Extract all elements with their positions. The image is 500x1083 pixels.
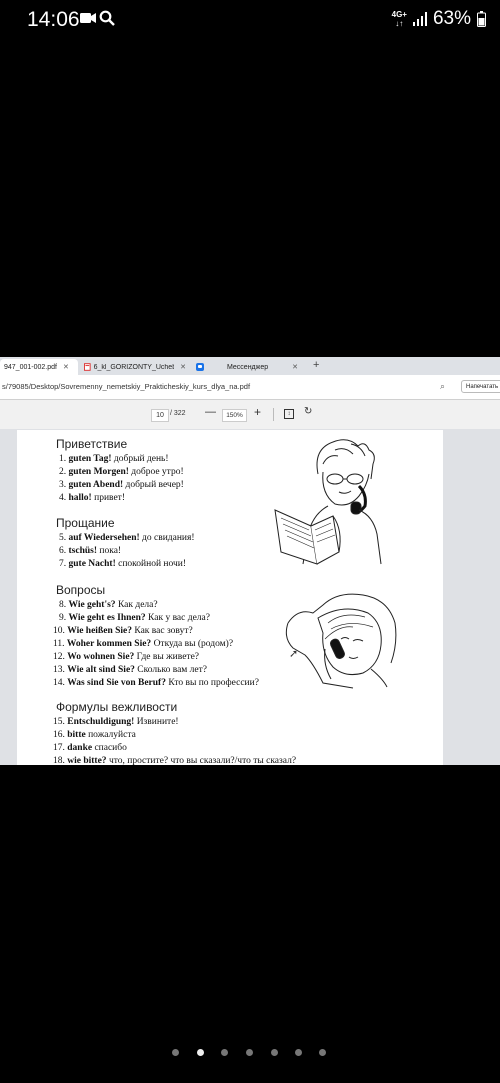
list-item: 10. Wie heißen Sie? Как вас зовут? bbox=[53, 626, 193, 636]
list-item: 13. Wie alt sind Sie? Сколько вам лет? bbox=[53, 665, 207, 675]
carousel-dot[interactable] bbox=[172, 1049, 179, 1056]
messenger-icon bbox=[196, 363, 204, 371]
clock: 14:06 bbox=[27, 8, 80, 31]
rotate-icon[interactable]: ↻ bbox=[304, 406, 312, 417]
section-heading: Прощание bbox=[56, 516, 115, 530]
list-item: 8. Wie geht's? Как дела? bbox=[59, 600, 158, 610]
tab-bar: 947_001-002.pdf ✕ 6_kl_GORIZONTY_Uchebni… bbox=[0, 357, 500, 375]
tab-label: Мессенджер bbox=[227, 363, 269, 371]
pdf-icon bbox=[84, 363, 91, 371]
toolbar-divider bbox=[273, 408, 274, 421]
close-icon[interactable]: ✕ bbox=[180, 363, 186, 371]
pdf-page: Приветствие 1. guten Tag! добрый день! 2… bbox=[17, 430, 443, 765]
fit-page-icon[interactable]: ↕ bbox=[284, 409, 294, 419]
list-item: 12. Wo wohnen Sie? Где вы живете? bbox=[53, 652, 199, 662]
close-icon[interactable]: ✕ bbox=[63, 363, 69, 371]
carousel-dot[interactable] bbox=[319, 1049, 326, 1056]
list-item: 3. guten Abend! добрый вечер! bbox=[59, 480, 184, 490]
new-tab-button[interactable]: + bbox=[313, 359, 319, 371]
video-camera-icon bbox=[80, 13, 96, 23]
url-text[interactable]: s/79085/Desktop/Sovremenny_nemetskiy_Pra… bbox=[2, 382, 250, 391]
tab-label: 6_kl_GORIZONTY_Uchebni bbox=[93, 363, 175, 371]
whatsapp-button[interactable]: Напечатать bbox=[461, 380, 500, 393]
carousel-dot[interactable] bbox=[221, 1049, 228, 1056]
list-item: 15. Entschuldigung! Извините! bbox=[53, 717, 179, 727]
carousel-dot[interactable] bbox=[295, 1049, 302, 1056]
battery-icon bbox=[477, 11, 486, 27]
list-item: 7. gute Nacht! спокойной ночи! bbox=[59, 559, 187, 569]
status-bar: 14:06 4G+ ↓↑ 63% bbox=[0, 0, 500, 40]
pdf-toolbar: 10 / 322 — 150% + ↕ ↻ bbox=[0, 400, 500, 429]
list-item: 17. danke спасибо bbox=[53, 743, 127, 753]
section-heading: Вопросы bbox=[56, 583, 106, 597]
list-item: 18. wie bitte? что, простите? что вы ска… bbox=[53, 756, 297, 765]
man-on-phone-illustration bbox=[274, 439, 382, 565]
list-item: 9. Wie geht es Ihnen? Как у вас дела? bbox=[59, 613, 210, 623]
carousel-dots bbox=[0, 1045, 500, 1061]
page-number-input[interactable]: 10 bbox=[151, 409, 169, 422]
search-icon[interactable]: ⌕ bbox=[440, 381, 445, 392]
mouse-cursor-icon: ➚ bbox=[289, 648, 299, 660]
list-item: 5. auf Wiedersehen! до свидания! bbox=[59, 533, 195, 543]
zoom-in-button[interactable]: + bbox=[254, 405, 261, 419]
carousel-dot[interactable] bbox=[246, 1049, 253, 1056]
search-icon bbox=[99, 10, 115, 26]
list-item: 11. Woher kommen Sie? Откуда вы (родом)? bbox=[53, 639, 234, 649]
status-right: 4G+ ↓↑ 63% bbox=[392, 8, 486, 30]
list-item: 16. bitte пожалуйста bbox=[53, 730, 136, 740]
list-item: 6. tschüs! пока! bbox=[59, 546, 122, 556]
list-item: 2. guten Morgen! доброе утро! bbox=[59, 467, 184, 477]
tab-pdf[interactable]: 947_001-002.pdf ✕ bbox=[0, 359, 78, 375]
tab-gorizonty[interactable]: 6_kl_GORIZONTY_Uchebni ✕ bbox=[80, 359, 190, 375]
address-bar: s/79085/Desktop/Sovremenny_nemetskiy_Pra… bbox=[0, 375, 500, 400]
section-heading: Формулы вежливости bbox=[56, 700, 178, 714]
close-icon[interactable]: ✕ bbox=[292, 363, 298, 371]
list-item: 1. guten Tag! добрый день! bbox=[59, 454, 169, 464]
list-item: 14. Was sind Sie von Beruf? Кто вы по пр… bbox=[53, 678, 259, 688]
carousel-dot[interactable] bbox=[271, 1049, 278, 1056]
network-indicator: 4G+ ↓↑ bbox=[391, 10, 407, 28]
carousel-dot-active[interactable] bbox=[197, 1049, 204, 1056]
browser-screenshot: 947_001-002.pdf ✕ 6_kl_GORIZONTY_Uchebni… bbox=[0, 357, 500, 765]
zoom-out-button[interactable]: — bbox=[205, 406, 216, 418]
section-heading: Приветствие bbox=[56, 437, 128, 451]
signal-icon bbox=[412, 12, 427, 26]
tab-messenger[interactable]: Мессенджер ✕ bbox=[192, 359, 302, 375]
zoom-input[interactable]: 150% bbox=[222, 409, 247, 422]
tab-label: 947_001-002.pdf bbox=[4, 363, 57, 371]
list-item: 4. hallo! привет! bbox=[59, 493, 125, 503]
battery-percent: 63% bbox=[432, 8, 471, 29]
woman-on-phone-illustration bbox=[285, 593, 397, 689]
page-total: / 322 bbox=[170, 410, 186, 417]
